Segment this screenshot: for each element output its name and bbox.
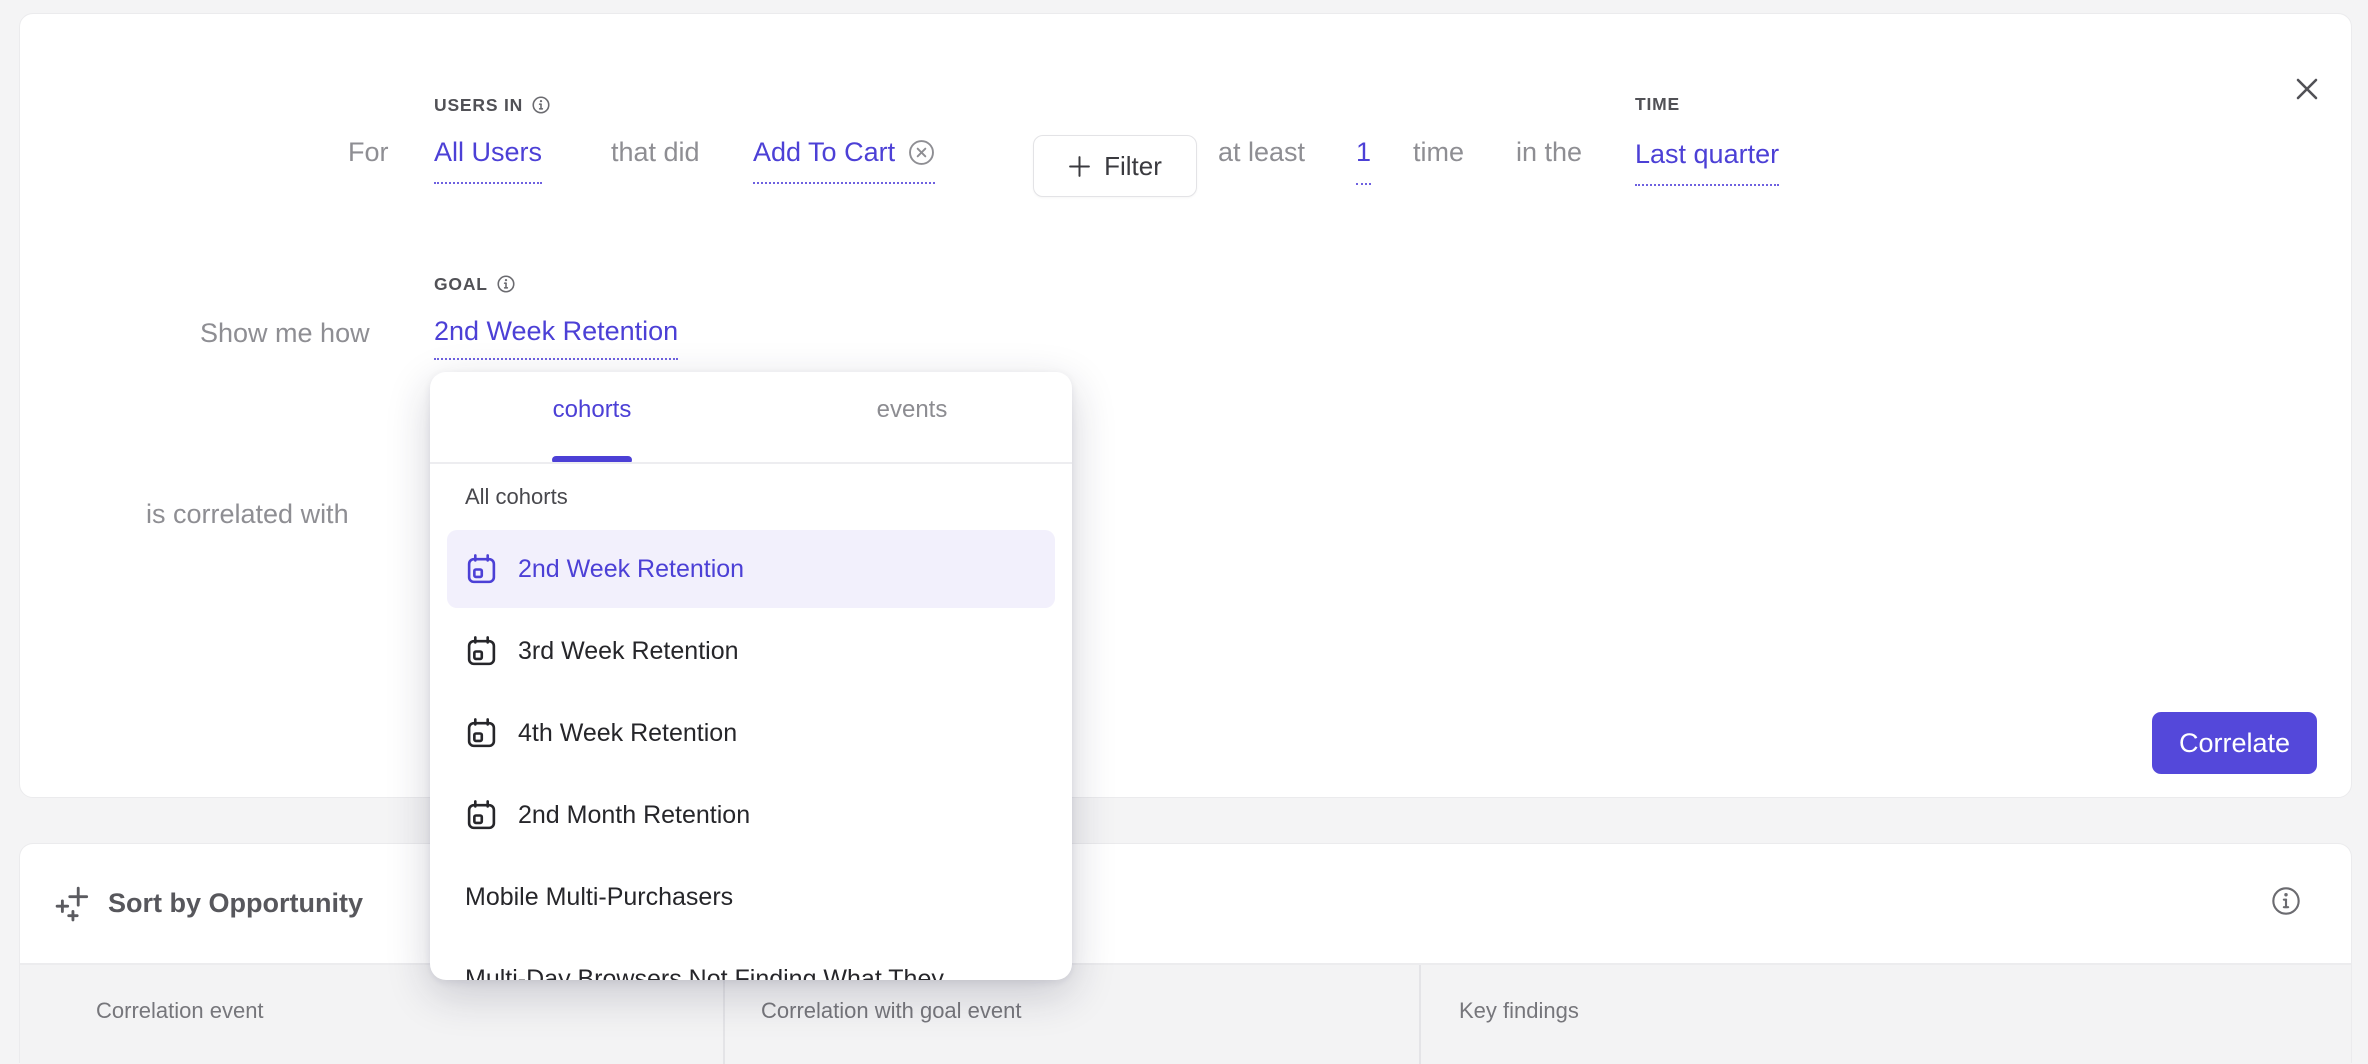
calendar-icon — [465, 717, 498, 750]
remove-event-icon[interactable] — [908, 139, 935, 166]
dropdown-item[interactable]: Multi-Day Browsers Not Finding What They — [447, 940, 1055, 980]
sort-by-opportunity[interactable]: Sort by Opportunity — [55, 884, 363, 922]
correlate-button[interactable]: Correlate — [2152, 712, 2317, 774]
dropdown-item-label: Multi-Day Browsers Not Finding What They — [465, 965, 944, 981]
plus-icon — [1068, 155, 1091, 178]
sort-label: Sort by Opportunity — [108, 888, 363, 919]
divider — [430, 462, 1072, 464]
dropdown-item[interactable]: Mobile Multi-Purchasers — [447, 858, 1055, 936]
row1-prefix: For — [348, 137, 389, 167]
close-icon[interactable] — [2292, 74, 2322, 104]
at-least-text: at least — [1218, 137, 1305, 167]
query-builder-card: For USERS IN All Users that did Add To C… — [19, 13, 2352, 798]
goal-selector[interactable]: 2nd Week Retention — [434, 316, 678, 360]
row3-prefix: is correlated with — [146, 499, 349, 529]
tab-events[interactable]: events — [877, 395, 948, 425]
time-word: time — [1413, 137, 1464, 167]
add-filter-button[interactable]: Filter — [1033, 135, 1197, 197]
dropdown-item-label: 2nd Week Retention — [518, 555, 744, 584]
results-card: Sort by Opportunity Correlation event Co… — [19, 843, 2352, 1063]
info-icon[interactable] — [496, 274, 516, 294]
goal-label: GOAL — [434, 274, 516, 294]
time-range-selector[interactable]: Last quarter — [1635, 139, 1779, 186]
users-in-label: USERS IN — [434, 95, 551, 115]
users-selector[interactable]: All Users — [434, 137, 542, 184]
dropdown-item-label: Mobile Multi-Purchasers — [465, 883, 733, 912]
dropdown-item[interactable]: 2nd Week Retention — [447, 530, 1055, 608]
count-selector[interactable]: 1 — [1356, 137, 1371, 185]
tab-cohorts[interactable]: cohorts — [553, 395, 632, 425]
column-header-correlation-event: Correlation event — [96, 998, 264, 1024]
column-header-correlation-with-goal: Correlation with goal event — [761, 998, 1021, 1024]
in-the-text: in the — [1516, 137, 1582, 167]
time-label: TIME — [1635, 95, 1680, 113]
column-divider — [1419, 965, 1421, 1064]
table-header-row: Correlation event Correlation with goal … — [20, 965, 2351, 1064]
cohorts-section-label: All cohorts — [465, 484, 568, 510]
column-header-key-findings: Key findings — [1459, 998, 1579, 1024]
dropdown-item[interactable]: 3rd Week Retention — [447, 612, 1055, 690]
sort-sparkle-icon — [55, 884, 93, 922]
info-icon[interactable] — [531, 95, 551, 115]
calendar-icon — [465, 635, 498, 668]
dropdown-item-label: 3rd Week Retention — [518, 637, 739, 666]
calendar-icon — [465, 799, 498, 832]
dropdown-item-label: 4th Week Retention — [518, 719, 737, 748]
goal-dropdown-panel: cohorts events All cohorts 2nd Week Rete… — [430, 372, 1072, 980]
row2-prefix: Show me how — [200, 318, 370, 348]
event-selector[interactable]: Add To Cart — [753, 137, 935, 184]
calendar-icon — [465, 553, 498, 586]
dropdown-item[interactable]: 2nd Month Retention — [447, 776, 1055, 854]
dropdown-item[interactable]: 4th Week Retention — [447, 694, 1055, 772]
info-icon[interactable] — [2270, 885, 2302, 917]
that-did-text: that did — [611, 137, 700, 167]
dropdown-item-label: 2nd Month Retention — [518, 801, 750, 830]
